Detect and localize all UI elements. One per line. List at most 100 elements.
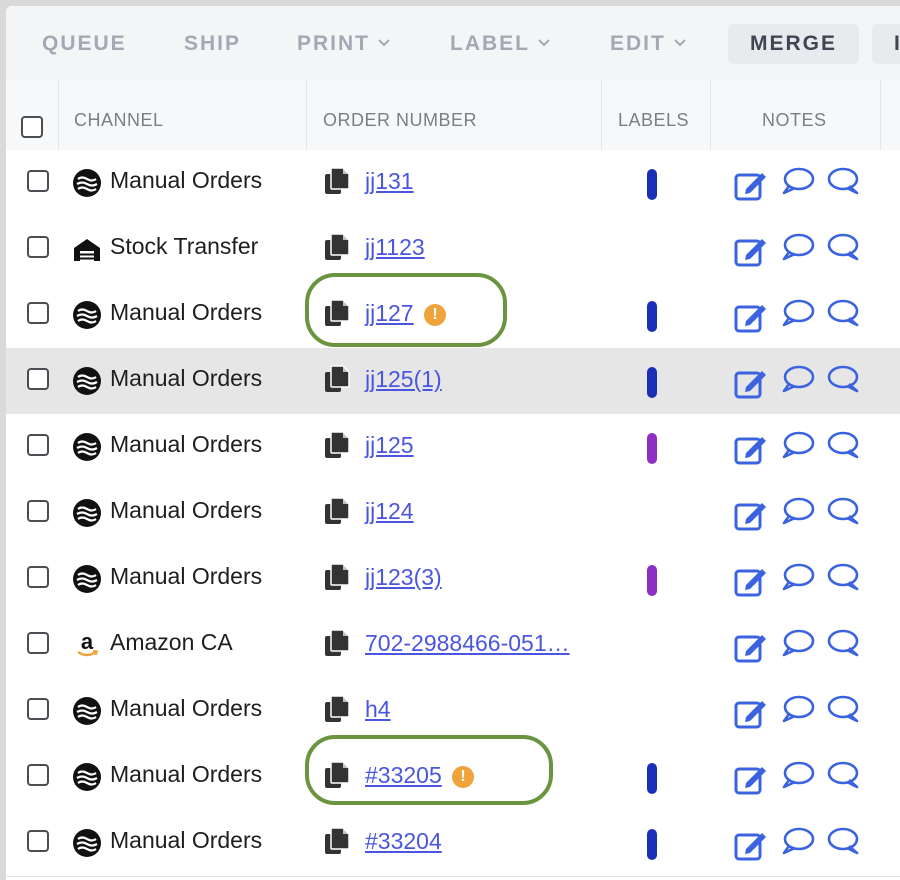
order-label-tag[interactable]	[647, 301, 657, 332]
select-all-checkbox[interactable]	[21, 116, 43, 138]
order-number-link[interactable]: jj1123	[365, 234, 425, 261]
customer-note-icon[interactable]	[825, 496, 861, 526]
internal-note-icon[interactable]	[781, 694, 815, 724]
order-number-link[interactable]: jj131	[365, 168, 414, 195]
internal-note-icon[interactable]	[781, 166, 815, 196]
table-row[interactable]: Manual Orders #33204	[6, 810, 900, 877]
customer-note-icon[interactable]	[825, 628, 861, 658]
label-dropdown[interactable]: LABEL	[450, 24, 550, 64]
order-number-link[interactable]: #33205	[365, 762, 442, 789]
row-checkbox[interactable]	[27, 302, 49, 324]
warning-icon[interactable]: !	[452, 766, 474, 788]
order-number-link[interactable]: 702-2988466-051…	[365, 630, 570, 657]
order-number-link[interactable]: jj123(3)	[365, 564, 442, 591]
edit-note-icon[interactable]	[734, 169, 768, 201]
column-header-order-number[interactable]: ORDER NUMBER	[323, 80, 477, 150]
internal-note-icon[interactable]	[781, 760, 815, 790]
table-row[interactable]: Manual Orders h4	[6, 678, 900, 745]
channel-name: Manual Orders	[110, 365, 263, 391]
column-divider	[601, 80, 602, 150]
order-number-link[interactable]: h4	[365, 696, 391, 723]
internal-note-icon[interactable]	[781, 628, 815, 658]
column-header-channel[interactable]: CHANNEL	[74, 80, 164, 150]
copy-icon[interactable]	[324, 299, 350, 327]
table-row[interactable]: Manual Orders jj131	[6, 150, 900, 217]
edit-note-icon[interactable]	[734, 235, 768, 267]
copy-icon[interactable]	[324, 629, 350, 657]
print-dropdown[interactable]: PRINT	[297, 24, 390, 64]
copy-icon[interactable]	[324, 365, 350, 393]
row-checkbox[interactable]	[27, 170, 49, 192]
table-row[interactable]: Manual Orders jj123(3)	[6, 546, 900, 613]
order-label-tag[interactable]	[647, 169, 657, 200]
copy-icon[interactable]	[324, 431, 350, 459]
copy-icon[interactable]	[324, 167, 350, 195]
edit-note-icon[interactable]	[734, 499, 768, 531]
queue-button[interactable]: QUEUE	[42, 24, 127, 64]
customer-note-icon[interactable]	[825, 562, 861, 592]
customer-note-icon[interactable]	[825, 760, 861, 790]
order-number-link[interactable]: jj127	[365, 300, 414, 327]
column-header-notes[interactable]: NOTES	[762, 80, 827, 150]
table-row[interactable]: Manual Orders #33205!	[6, 744, 900, 811]
order-number-link[interactable]: jj124	[365, 498, 414, 525]
copy-icon[interactable]	[324, 563, 350, 591]
row-checkbox[interactable]	[27, 236, 49, 258]
ship-button[interactable]: SHIP	[184, 24, 241, 64]
merge-button[interactable]: MERGE	[728, 24, 860, 64]
table-row[interactable]: Manual Orders jj125(1)	[6, 348, 900, 415]
edit-note-icon[interactable]	[734, 697, 768, 729]
table-row[interactable]: Manual Orders jj125	[6, 414, 900, 481]
more-button[interactable]: I	[872, 24, 900, 64]
customer-note-icon[interactable]	[825, 826, 861, 856]
edit-dropdown[interactable]: EDIT	[610, 24, 686, 64]
copy-icon[interactable]	[324, 761, 350, 789]
order-number-link[interactable]: #33204	[365, 828, 442, 855]
warning-icon[interactable]: !	[424, 304, 446, 326]
row-checkbox[interactable]	[27, 764, 49, 786]
edit-note-icon[interactable]	[734, 829, 768, 861]
row-checkbox[interactable]	[27, 632, 49, 654]
customer-note-icon[interactable]	[825, 364, 861, 394]
table-row[interactable]: a Amazon CA 702-2988466-051…	[6, 612, 900, 679]
internal-note-icon[interactable]	[781, 232, 815, 262]
edit-note-icon[interactable]	[734, 631, 768, 663]
copy-icon[interactable]	[324, 695, 350, 723]
customer-note-icon[interactable]	[825, 232, 861, 262]
edit-note-icon[interactable]	[734, 565, 768, 597]
order-label-tag[interactable]	[647, 433, 657, 464]
edit-note-icon[interactable]	[734, 367, 768, 399]
edit-note-icon[interactable]	[734, 763, 768, 795]
internal-note-icon[interactable]	[781, 562, 815, 592]
order-label-tag[interactable]	[647, 829, 657, 860]
row-checkbox[interactable]	[27, 434, 49, 456]
internal-note-icon[interactable]	[781, 364, 815, 394]
row-checkbox[interactable]	[27, 830, 49, 852]
order-number-link[interactable]: jj125(1)	[365, 366, 442, 393]
row-checkbox[interactable]	[27, 368, 49, 390]
order-label-tag[interactable]	[647, 565, 657, 596]
row-checkbox[interactable]	[27, 566, 49, 588]
order-number-link[interactable]: jj125	[365, 432, 414, 459]
copy-icon[interactable]	[324, 233, 350, 261]
order-label-tag[interactable]	[647, 367, 657, 398]
table-row[interactable]: Manual Orders jj127!	[6, 282, 900, 349]
edit-note-icon[interactable]	[734, 301, 768, 333]
row-checkbox[interactable]	[27, 698, 49, 720]
customer-note-icon[interactable]	[825, 694, 861, 724]
row-checkbox[interactable]	[27, 500, 49, 522]
table-row[interactable]: Manual Orders jj124	[6, 480, 900, 547]
table-row[interactable]: Stock Transfer jj1123	[6, 216, 900, 283]
customer-note-icon[interactable]	[825, 298, 861, 328]
edit-note-icon[interactable]	[734, 433, 768, 465]
copy-icon[interactable]	[324, 497, 350, 525]
order-label-tag[interactable]	[647, 763, 657, 794]
internal-note-icon[interactable]	[781, 826, 815, 856]
internal-note-icon[interactable]	[781, 430, 815, 460]
column-header-labels[interactable]: LABELS	[618, 80, 689, 150]
customer-note-icon[interactable]	[825, 166, 861, 196]
internal-note-icon[interactable]	[781, 298, 815, 328]
internal-note-icon[interactable]	[781, 496, 815, 526]
copy-icon[interactable]	[324, 827, 350, 855]
customer-note-icon[interactable]	[825, 430, 861, 460]
